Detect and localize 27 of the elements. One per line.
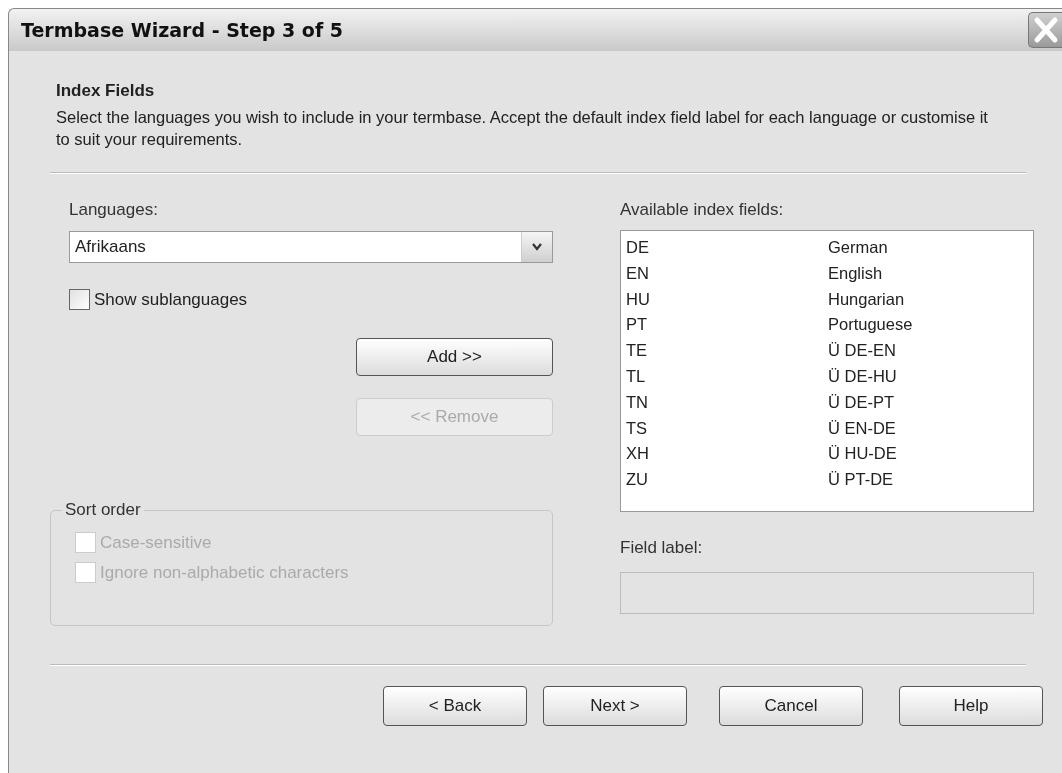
- languages-dropdown[interactable]: Afrikaans: [69, 231, 553, 263]
- wizard-button[interactable]: < Back: [383, 686, 527, 726]
- wizard-button[interactable]: Next >: [543, 686, 687, 726]
- list-item[interactable]: XH Ü HU-DE: [626, 441, 1028, 468]
- languages-label: Languages:: [69, 200, 159, 220]
- list-item[interactable]: TS Ü EN-DE: [626, 415, 1028, 442]
- wizard-button[interactable]: Cancel: [719, 686, 863, 726]
- list-item[interactable]: TL Ü DE-HU: [626, 364, 1028, 390]
- section-description: Select the languages you wish to include in your termbase. Accept the default index field label for each language or customise it to suit your requirements.: [56, 107, 989, 150]
- list-item[interactable]: HU Hungarian: [626, 286, 1028, 313]
- list-item[interactable]: PT Portuguese: [626, 312, 1028, 339]
- list-item[interactable]: DE German: [626, 235, 1028, 261]
- window-title: Termbase Wizard - Step 3 of 5: [20, 19, 344, 41]
- index-fields-label: Available index fields:: [620, 200, 785, 220]
- checkbox-label: Case-sensitive: [100, 532, 212, 553]
- checkbox-label: Ignore non-alphabetic characters: [100, 562, 349, 583]
- add-button[interactable]: Add >>: [356, 338, 553, 376]
- wizard-button[interactable]: Help: [899, 686, 1043, 726]
- list-item[interactable]: EN English: [626, 260, 1028, 287]
- close-button[interactable]: [1028, 12, 1062, 48]
- field-label-label: Field label:: [620, 538, 704, 558]
- list-item[interactable]: ZU Ü PT-DE: [626, 467, 1028, 493]
- checkbox-label: Show sublanguages: [94, 289, 248, 310]
- list-item[interactable]: TN Ü DE-PT: [626, 389, 1028, 416]
- section-title: Index Fields: [56, 81, 156, 101]
- list-item[interactable]: TE Ü DE-EN: [626, 338, 1028, 364]
- checkbox[interactable]: [69, 289, 90, 310]
